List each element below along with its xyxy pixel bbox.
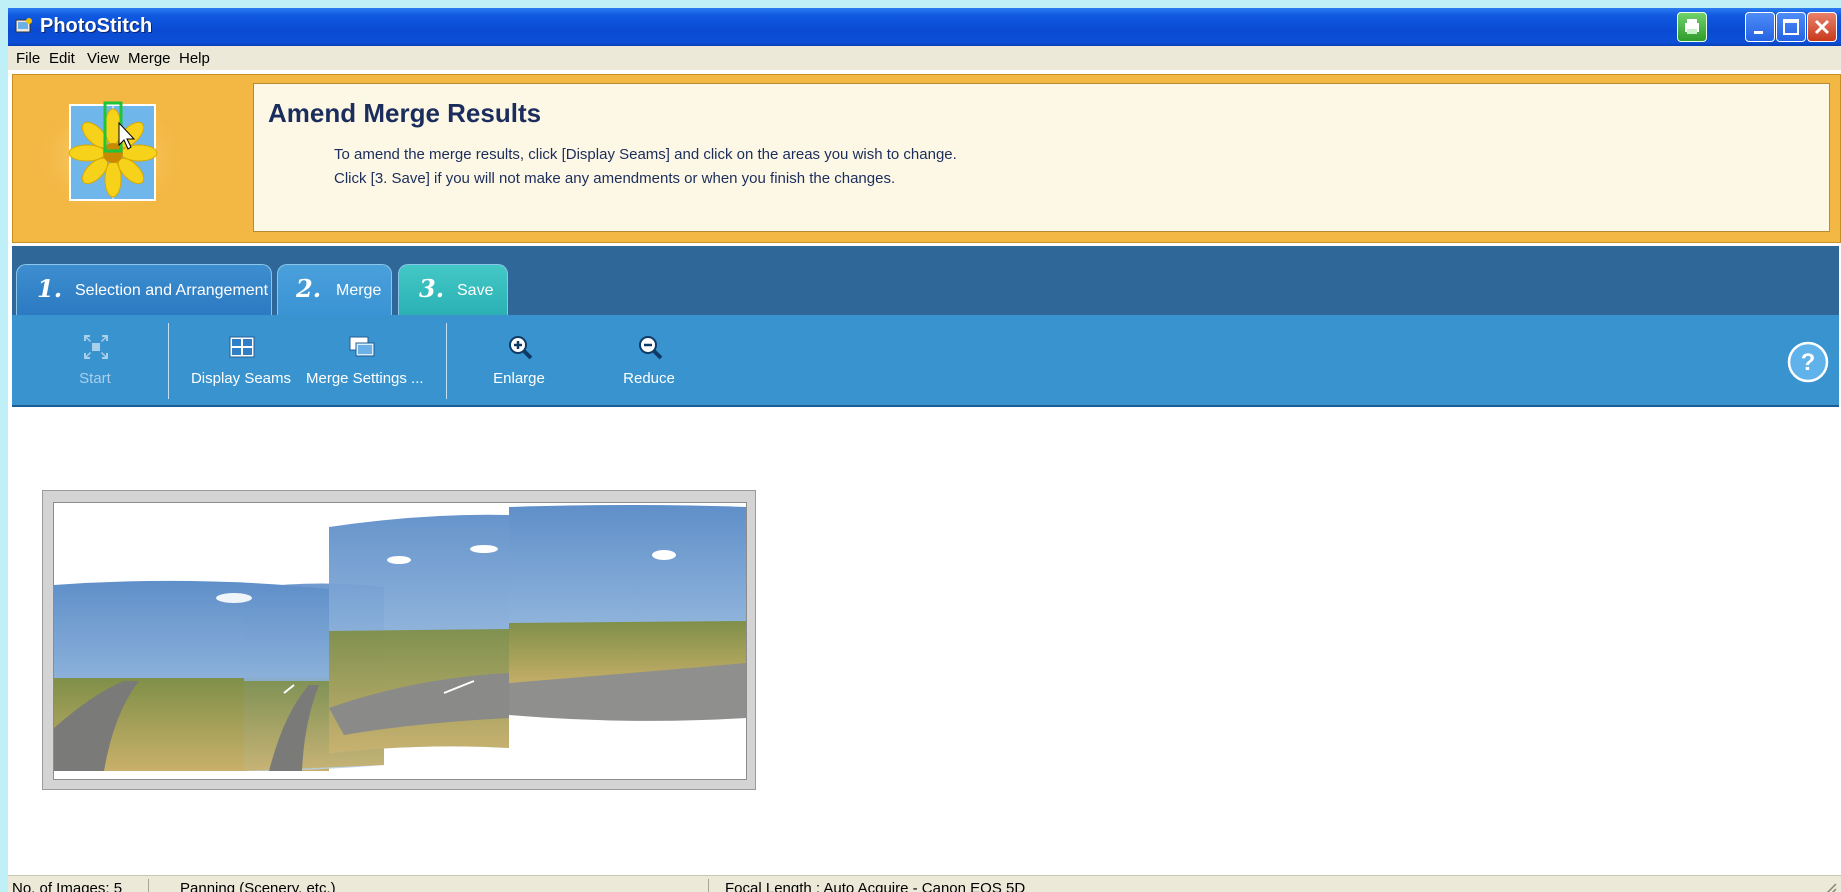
zoom-out-icon	[636, 333, 664, 361]
tab-number: 1.	[37, 274, 63, 303]
maximize-button[interactable]	[1776, 12, 1806, 42]
tab-save[interactable]: 3. Save	[398, 264, 508, 315]
resize-grip-icon[interactable]	[1818, 878, 1838, 892]
status-merge-mode: Panning (Scenery, etc.)	[180, 880, 336, 892]
merge-settings-button[interactable]: Merge Settings ...	[306, 333, 424, 393]
start-label: Start	[79, 370, 111, 387]
menu-edit[interactable]: Edit	[49, 50, 75, 67]
minimize-button[interactable]	[1745, 12, 1775, 42]
tab-label: Save	[457, 282, 494, 299]
panorama-image	[54, 505, 746, 771]
tab-label: Selection and Arrangement	[75, 282, 269, 299]
tab-number: 2.	[296, 274, 322, 303]
step-tabs: 1. Selection and Arrangement 2. Merge 3.…	[12, 246, 1839, 315]
instruction-line-2: Click [3. Save] if you will not make any…	[334, 170, 896, 187]
merge-settings-label: Merge Settings ...	[306, 370, 424, 387]
photostitch-app-icon[interactable]	[14, 16, 34, 36]
svg-text:?: ?	[1801, 349, 1816, 376]
window-title: PhotoStitch	[40, 15, 153, 37]
menu-bar: File Edit View Merge Help	[8, 46, 1841, 70]
menu-view[interactable]: View	[87, 50, 119, 67]
reduce-label: Reduce	[623, 370, 675, 387]
enlarge-label: Enlarge	[493, 370, 545, 387]
reduce-button[interactable]: Reduce	[594, 333, 704, 393]
instruction-panel: Amend Merge Results To amend the merge r…	[253, 83, 1830, 232]
enlarge-button[interactable]: Enlarge	[464, 333, 574, 393]
status-bar: No. of Images: 5 Panning (Scenery, etc.)…	[8, 875, 1841, 892]
app-window: PhotoStitch File Edit View Merge Help Am…	[8, 8, 1841, 892]
display-seams-button[interactable]: Display Seams	[186, 333, 296, 393]
toolbar-separator	[446, 323, 447, 399]
status-divider	[148, 879, 149, 892]
stacked-images-icon	[348, 333, 376, 361]
status-divider	[708, 879, 709, 892]
tab-selection-and-arrangement[interactable]: 1. Selection and Arrangement	[16, 264, 272, 315]
seams-grid-icon	[228, 333, 256, 361]
toolbar: Start Display Seams Merge Settings ... E…	[12, 315, 1839, 407]
page-title: Amend Merge Results	[268, 98, 542, 128]
tab-label: Merge	[336, 282, 382, 299]
toolbar-separator	[168, 323, 169, 399]
help-icon: ?	[1787, 341, 1829, 383]
status-focal-length: Focal Length : Auto Acquire - Canon EOS …	[725, 880, 1026, 892]
help-button[interactable]: ?	[1787, 341, 1829, 383]
tab-merge[interactable]: 2. Merge	[277, 264, 392, 315]
merge-start-icon	[82, 333, 110, 361]
instruction-line-1: To amend the merge results, click [Displ…	[334, 146, 957, 163]
panorama-frame	[42, 490, 756, 790]
instruction-banner: Amend Merge Results To amend the merge r…	[12, 74, 1841, 243]
panorama-canvas[interactable]	[53, 502, 747, 780]
menu-file[interactable]: File	[16, 50, 40, 67]
start-button[interactable]: Start	[40, 333, 150, 393]
display-seams-label: Display Seams	[190, 370, 292, 387]
menu-merge[interactable]: Merge	[128, 50, 171, 67]
flower-merge-illustration	[35, 87, 185, 227]
close-button[interactable]	[1807, 12, 1837, 42]
zoom-in-icon	[506, 333, 534, 361]
preview-workspace	[12, 407, 1839, 875]
printer-icon[interactable]	[1677, 12, 1707, 42]
menu-help[interactable]: Help	[179, 50, 210, 67]
tab-number: 3.	[419, 274, 445, 303]
status-image-count: No. of Images: 5	[12, 880, 123, 892]
title-bar[interactable]: PhotoStitch	[8, 8, 1841, 46]
